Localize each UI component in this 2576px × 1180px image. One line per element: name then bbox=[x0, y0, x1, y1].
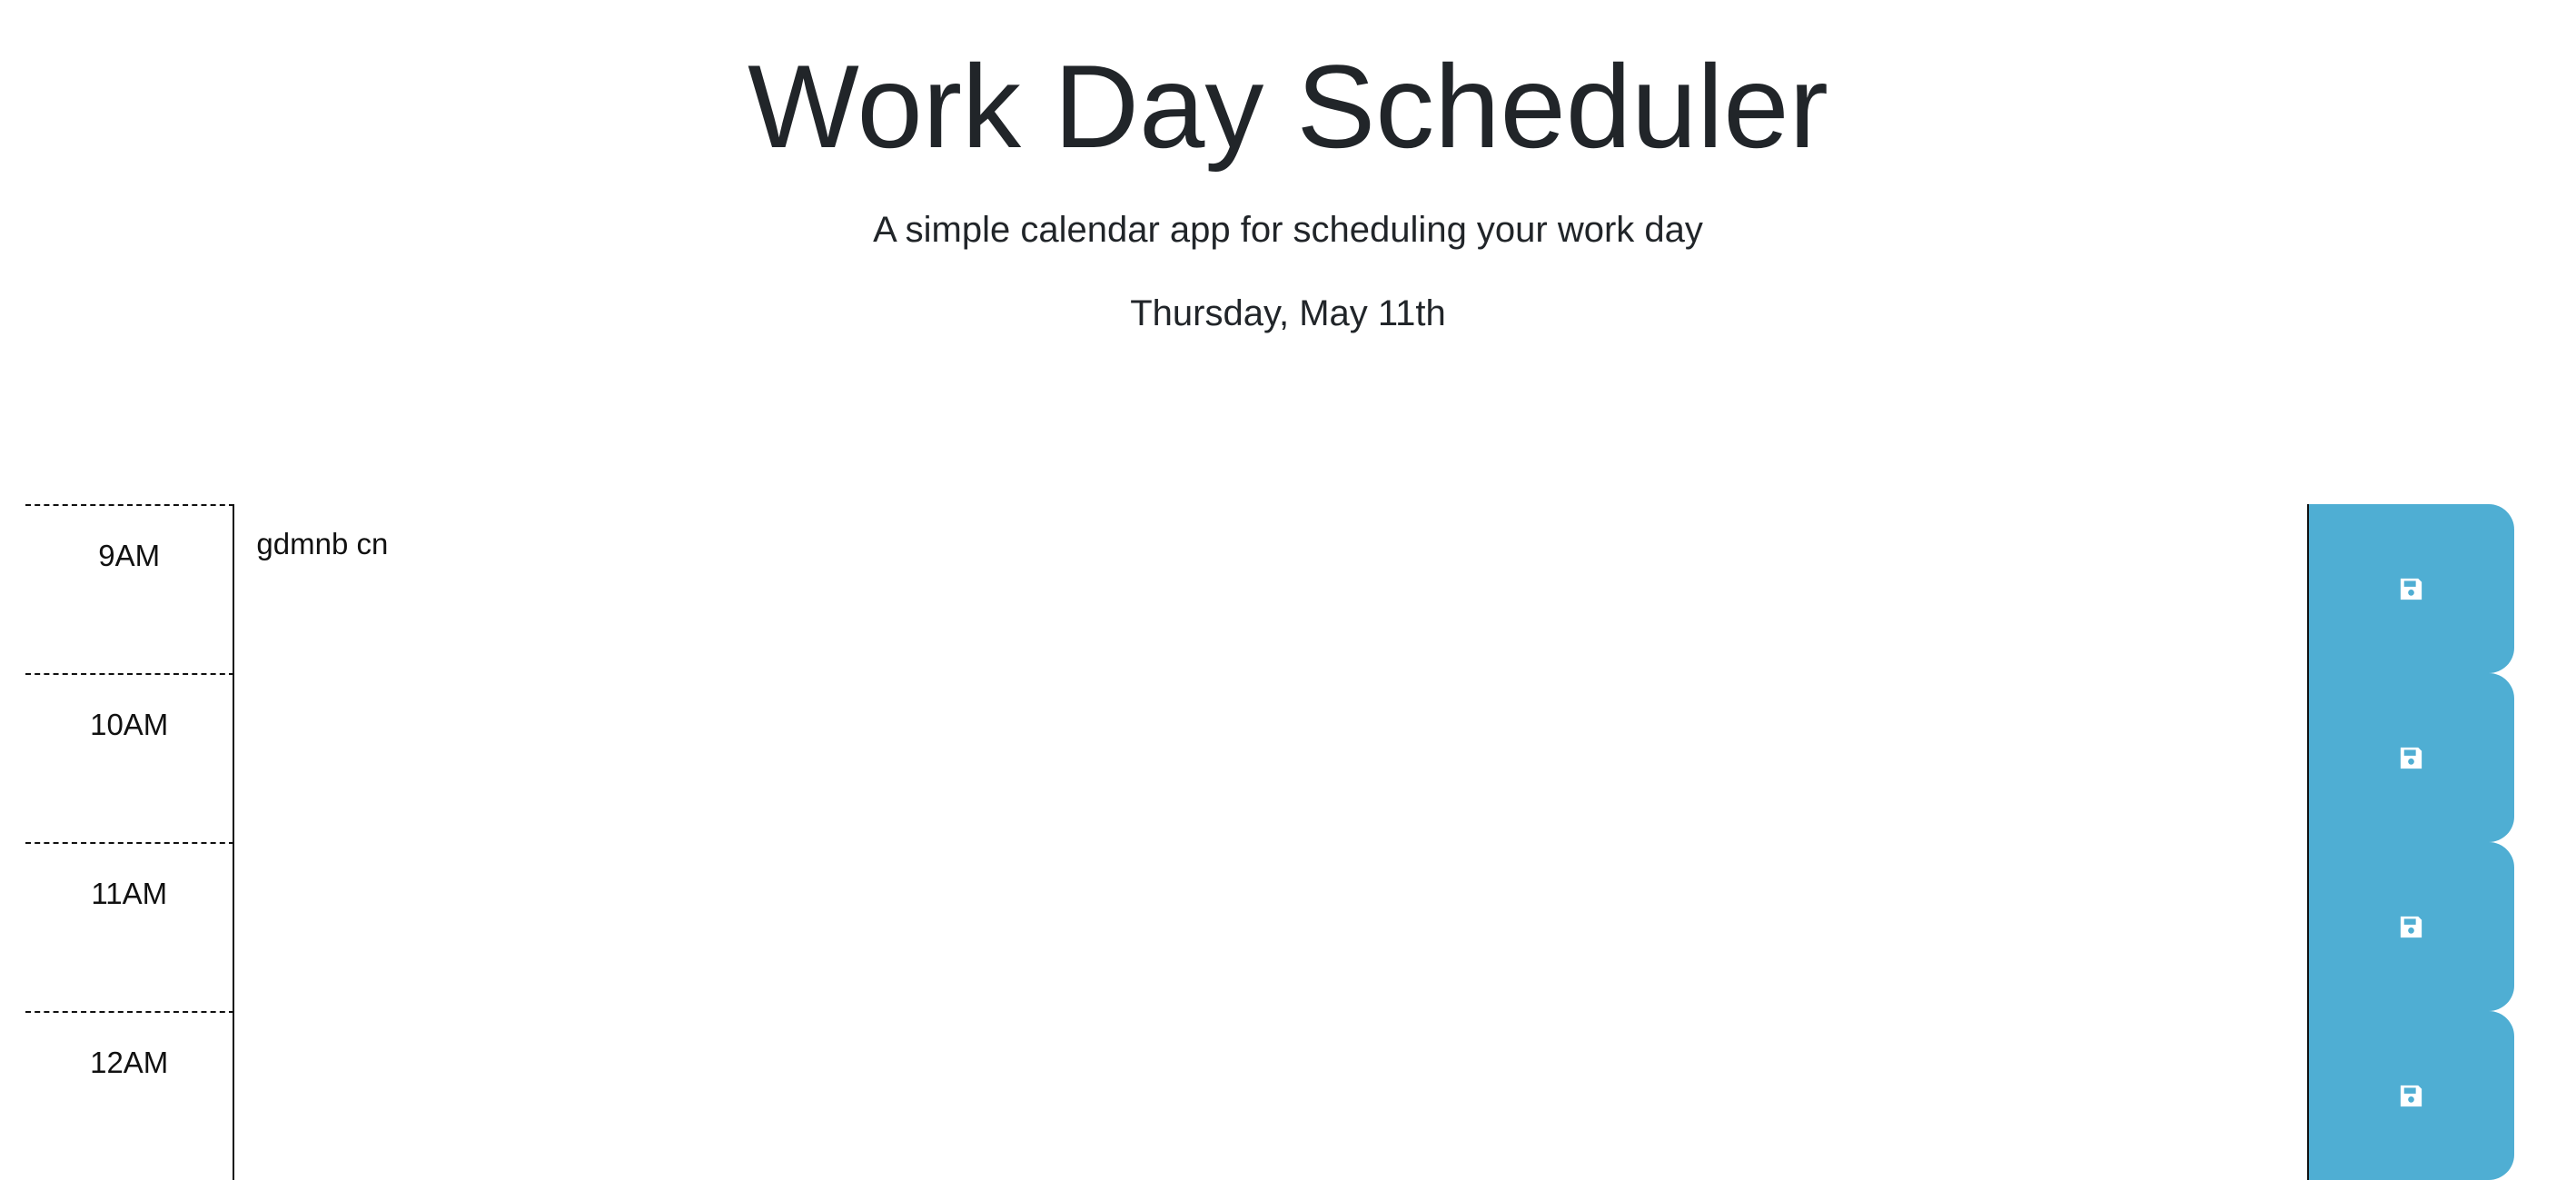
hour-label: 12AM bbox=[25, 1011, 235, 1180]
save-button[interactable] bbox=[2306, 1011, 2514, 1180]
hour-label: 11AM bbox=[25, 842, 235, 1011]
time-block-12am: 12AM bbox=[25, 1011, 2514, 1180]
event-description[interactable]: gdmnb cn bbox=[234, 504, 2307, 673]
page-subtitle: A simple calendar app for scheduling you… bbox=[873, 210, 1703, 250]
page-title: Work Day Scheduler bbox=[748, 40, 1828, 173]
save-icon bbox=[2401, 578, 2422, 600]
save-icon bbox=[2401, 1085, 2422, 1106]
schedule-container: 9AM gdmnb cn 10AM 11AM 12AM bbox=[25, 504, 2514, 1180]
save-button[interactable] bbox=[2306, 504, 2514, 673]
time-block-9am: 9AM gdmnb cn bbox=[25, 504, 2514, 673]
time-block-10am: 10AM bbox=[25, 673, 2514, 842]
jumbotron-header: Work Day Scheduler A simple calendar app… bbox=[0, 0, 2576, 504]
event-description[interactable] bbox=[234, 673, 2307, 842]
current-day: Thursday, May 11th bbox=[1130, 293, 1446, 333]
save-icon bbox=[2401, 916, 2422, 937]
save-button[interactable] bbox=[2306, 842, 2514, 1011]
save-icon bbox=[2401, 747, 2422, 768]
time-block-11am: 11AM bbox=[25, 842, 2514, 1011]
hour-label: 10AM bbox=[25, 673, 235, 842]
hour-label: 9AM bbox=[25, 504, 235, 673]
save-button[interactable] bbox=[2306, 673, 2514, 842]
event-description[interactable] bbox=[234, 1011, 2307, 1180]
event-description[interactable] bbox=[234, 842, 2307, 1011]
